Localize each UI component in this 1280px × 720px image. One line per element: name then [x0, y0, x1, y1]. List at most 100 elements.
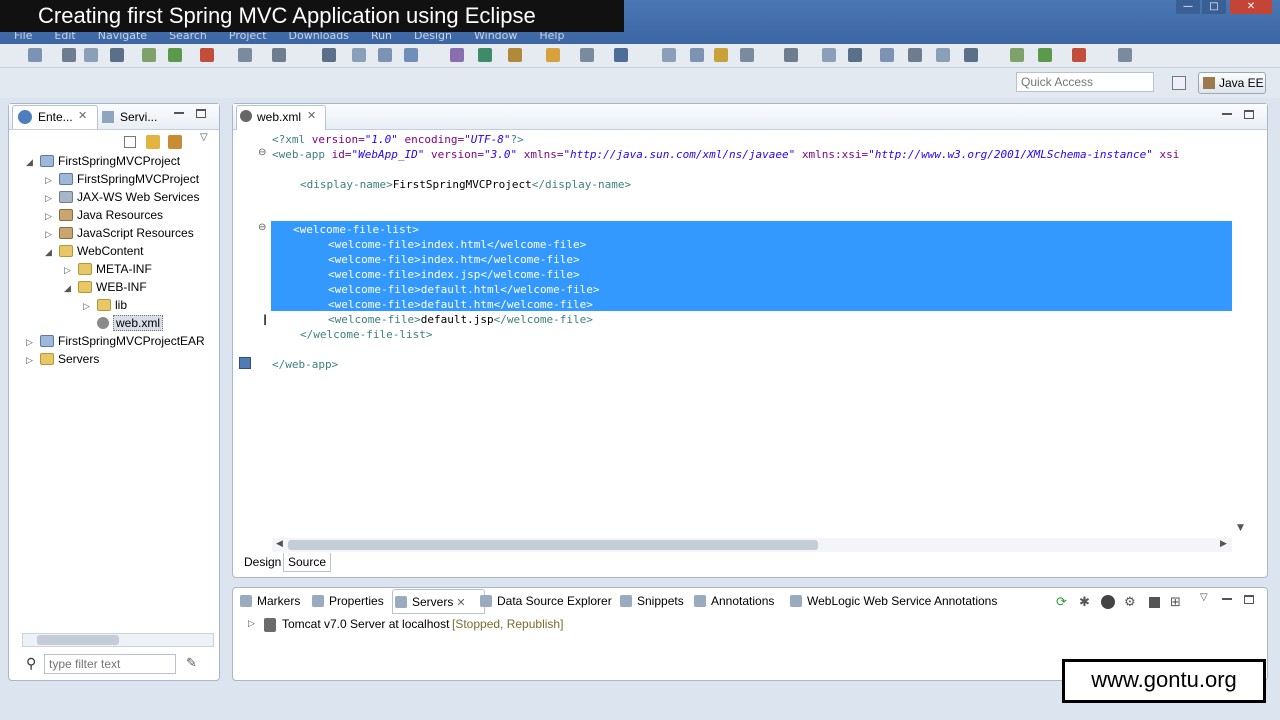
scroll-down-icon[interactable]: ▼: [1237, 523, 1244, 533]
toolbar-button-icon[interactable]: [784, 48, 798, 62]
toolbar-button-icon[interactable]: [272, 48, 286, 62]
toolbar-button-icon[interactable]: [880, 48, 894, 62]
code-line[interactable]: </web-app>: [272, 357, 338, 372]
tree-item[interactable]: ▷ META-INF: [64, 260, 152, 278]
expand-arrow-icon[interactable]: ▷: [45, 207, 59, 225]
close-tab-icon[interactable]: ✕: [78, 109, 87, 122]
toolbar-button-icon[interactable]: [936, 48, 950, 62]
close-tab-icon[interactable]: ✕: [453, 597, 465, 609]
tree-item[interactable]: ▷ JavaScript Resources: [45, 224, 194, 242]
expand-arrow-icon[interactable]: ▷: [83, 297, 97, 315]
toolbar-button-icon[interactable]: [740, 48, 754, 62]
minimize-view-icon[interactable]: [174, 112, 184, 114]
toolbar-button-icon[interactable]: [1038, 48, 1052, 62]
collapse-all-icon[interactable]: [124, 136, 136, 148]
bottom-minimize-icon[interactable]: [1222, 598, 1232, 600]
view-menu-icon[interactable]: ▽: [200, 132, 208, 143]
tree-item[interactable]: web.xml: [83, 314, 164, 332]
editor-maximize-icon[interactable]: [1244, 110, 1254, 119]
tree-item[interactable]: ◢ WebContent: [45, 242, 144, 260]
toolbar-button-icon[interactable]: [84, 48, 98, 62]
tab-markers[interactable]: Markers: [240, 594, 300, 608]
close-button[interactable]: ✕: [1230, 0, 1272, 14]
expand-arrow-icon[interactable]: ▷: [26, 333, 40, 351]
toolbar-button-icon[interactable]: [110, 48, 124, 62]
bottom-view-menu-icon[interactable]: ▽: [1200, 592, 1208, 603]
toolbar-button-icon[interactable]: [848, 48, 862, 62]
code-line[interactable]: </welcome-file-list>: [300, 327, 432, 342]
filter-input[interactable]: [44, 654, 176, 674]
toolbar-button-icon[interactable]: [614, 48, 628, 62]
toolbar-button-icon[interactable]: [62, 48, 76, 62]
code-line[interactable]: <welcome-file>index.html</welcome-file>: [328, 237, 586, 252]
tab-snippets[interactable]: Snippets: [620, 594, 684, 608]
toolbar-button-icon[interactable]: [1072, 48, 1086, 62]
open-perspective-icon[interactable]: [1172, 76, 1186, 90]
toolbar-button-icon[interactable]: [404, 48, 418, 62]
restart-server-icon[interactable]: ⟳: [1056, 595, 1067, 610]
tree-item[interactable]: ◢ FirstSpringMVCProject: [26, 152, 180, 170]
editor-scrollbar-thumb[interactable]: [288, 540, 818, 550]
scroll-right-icon[interactable]: ▶: [1220, 539, 1227, 549]
expand-arrow-icon[interactable]: ▷: [64, 261, 78, 279]
toolbar-button-icon[interactable]: [200, 48, 214, 62]
toolbar-button-icon[interactable]: [908, 48, 922, 62]
tab-servers[interactable]: Servers ✕: [392, 589, 485, 614]
expand-arrow-icon[interactable]: ▷: [26, 351, 40, 369]
toolbar-button-icon[interactable]: [322, 48, 336, 62]
toolbar-button-icon[interactable]: [28, 48, 42, 62]
code-line[interactable]: <welcome-file>default.html</welcome-file…: [328, 282, 600, 297]
expand-arrow-icon[interactable]: ▷: [45, 189, 59, 207]
fold-icon[interactable]: ⊖: [258, 222, 266, 233]
quick-access-input[interactable]: [1016, 72, 1154, 92]
toolbar-button-icon[interactable]: [964, 48, 978, 62]
toolbar-button-icon[interactable]: [352, 48, 366, 62]
minimize-button[interactable]: —: [1176, 0, 1200, 14]
maximize-view-icon[interactable]: [196, 109, 206, 118]
scroll-left-icon[interactable]: ◀: [276, 539, 283, 549]
toolbar-button-icon[interactable]: [1010, 48, 1024, 62]
code-line[interactable]: <welcome-file>default.htm</welcome-file>: [328, 297, 593, 312]
new-wizard-icon[interactable]: [168, 135, 182, 149]
editor-horizontal-scrollbar[interactable]: ◀ ▶: [272, 538, 1232, 552]
tree-item[interactable]: ▷ FirstSpringMVCProjectEAR: [26, 332, 205, 350]
maximize-button[interactable]: □: [1202, 0, 1226, 14]
expand-arrow-icon[interactable]: ▷: [45, 171, 59, 189]
tab-source[interactable]: Source: [283, 553, 332, 572]
stop-server-icon[interactable]: [1149, 597, 1160, 608]
tree-item[interactable]: ▷ Servers: [26, 350, 99, 368]
toolbar-button-icon[interactable]: [142, 48, 156, 62]
tab-design[interactable]: Design: [240, 553, 285, 572]
start-server-icon[interactable]: [1101, 595, 1115, 609]
scrollbar-thumb[interactable]: [37, 635, 119, 645]
horizontal-scrollbar[interactable]: [22, 633, 214, 647]
toolbar-button-icon[interactable]: [822, 48, 836, 62]
link-editor-icon[interactable]: [146, 135, 160, 149]
toolbar-button-icon[interactable]: [714, 48, 728, 62]
tab-properties[interactable]: Properties: [312, 594, 384, 608]
bottom-maximize-icon[interactable]: [1244, 595, 1254, 604]
collapse-arrow-icon[interactable]: ◢: [64, 279, 78, 297]
code-line[interactable]: <display-name>FirstSpringMVCProject</dis…: [300, 177, 631, 192]
code-line[interactable]: <welcome-file>index.jsp</welcome-file>: [328, 267, 580, 282]
code-line[interactable]: <?xml version="1.0" encoding="UTF-8"?>: [272, 132, 524, 147]
toolbar-button-icon[interactable]: [478, 48, 492, 62]
expand-arrow-icon[interactable]: ▷: [248, 619, 255, 629]
editor-minimize-icon[interactable]: [1222, 113, 1232, 115]
toolbar-button-icon[interactable]: [378, 48, 392, 62]
tree-item[interactable]: ◢ WEB-INF: [64, 278, 147, 296]
profile-server-icon[interactable]: ⚙: [1124, 595, 1136, 610]
toolbar-button-icon[interactable]: [662, 48, 676, 62]
toolbar-button-icon[interactable]: [168, 48, 182, 62]
debug-server-icon[interactable]: ✱: [1079, 595, 1090, 610]
tab-annotations[interactable]: Annotations: [694, 594, 774, 608]
tab-weblogic-web-service-annotations[interactable]: WebLogic Web Service Annotations: [790, 594, 997, 608]
code-line[interactable]: <welcome-file>default.jsp</welcome-file>: [328, 312, 593, 327]
code-line[interactable]: <welcome-file-list>: [293, 222, 419, 237]
toolbar-button-icon[interactable]: [508, 48, 522, 62]
toolbar-button-icon[interactable]: [1118, 48, 1132, 62]
toolbar-button-icon[interactable]: [546, 48, 560, 62]
server-name[interactable]: Tomcat v7.0 Server at localhost: [282, 617, 449, 631]
toolbar-button-icon[interactable]: [580, 48, 594, 62]
publish-icon[interactable]: ⊞: [1170, 595, 1181, 610]
